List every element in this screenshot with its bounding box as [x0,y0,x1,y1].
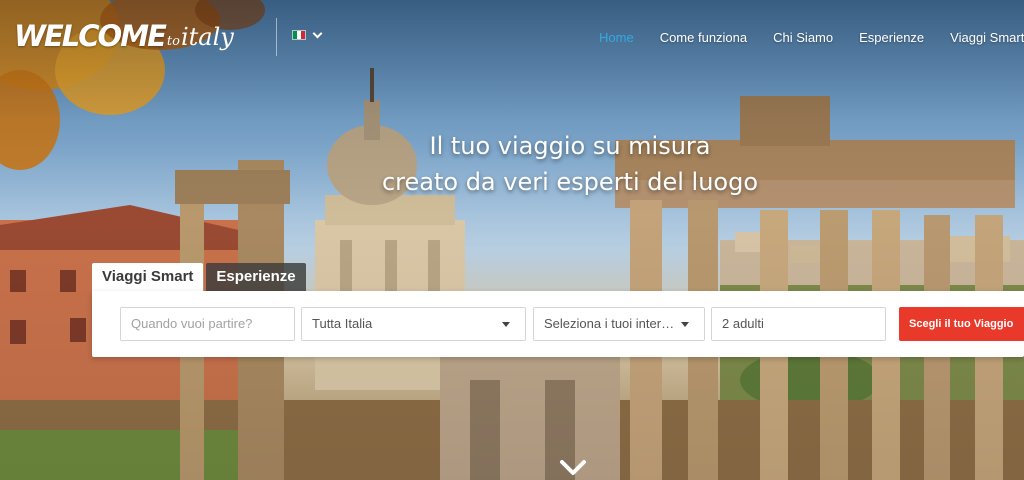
nav-home[interactable]: Home [599,30,634,45]
tab-viaggi-smart[interactable]: Viaggi Smart [92,263,204,291]
departure-date-field[interactable]: Quando vuoi partire? [120,307,295,341]
interests-select-value: Seleziona i tuoi inter… [544,316,675,331]
choose-trip-button[interactable]: Scegli il tuo Viaggio [899,307,1024,341]
site-header: WELCOME to italy Home Come funziona Chi … [0,0,1024,76]
search-tabs: Viaggi Smart Esperienze [92,263,306,291]
nav-chi-siamo[interactable]: Chi Siamo [773,30,833,45]
scroll-down-chevron-icon[interactable] [559,454,587,480]
tab-esperienze[interactable]: Esperienze [206,263,306,291]
region-select[interactable]: Tutta Italia [301,307,526,341]
header-divider [276,18,277,56]
language-selector[interactable] [292,28,323,40]
search-panel: Quando vuoi partire? Tutta Italia Selezi… [92,291,1024,357]
welcome-to-italy-logo[interactable]: WELCOME to italy [14,12,234,56]
nav-viaggi-smart[interactable]: Viaggi Smart [950,30,1024,45]
hero-headline: Il tuo viaggio su misura creato da veri … [310,128,830,200]
nav-come-funziona[interactable]: Come funziona [660,30,747,45]
chevron-down-icon [312,28,323,38]
logo-to-text: to [166,34,180,49]
interests-select[interactable]: Seleziona i tuoi inter… [533,307,705,341]
main-nav: Home Come funziona Chi Siamo Esperienze … [599,30,1024,45]
caret-down-icon [502,322,510,327]
italian-flag-icon [292,30,306,40]
region-select-value: Tutta Italia [312,316,373,331]
nav-esperienze[interactable]: Esperienze [859,30,924,45]
hero-headline-line2: creato da veri esperti del luogo [381,168,759,196]
logo-italy-text: italy [180,23,234,51]
guests-field[interactable]: 2 adulti [711,307,886,341]
logo-welcome-text: WELCOME [14,19,167,53]
hero-headline-line1: Il tuo viaggio su misura [429,132,711,160]
caret-down-icon [681,322,689,327]
